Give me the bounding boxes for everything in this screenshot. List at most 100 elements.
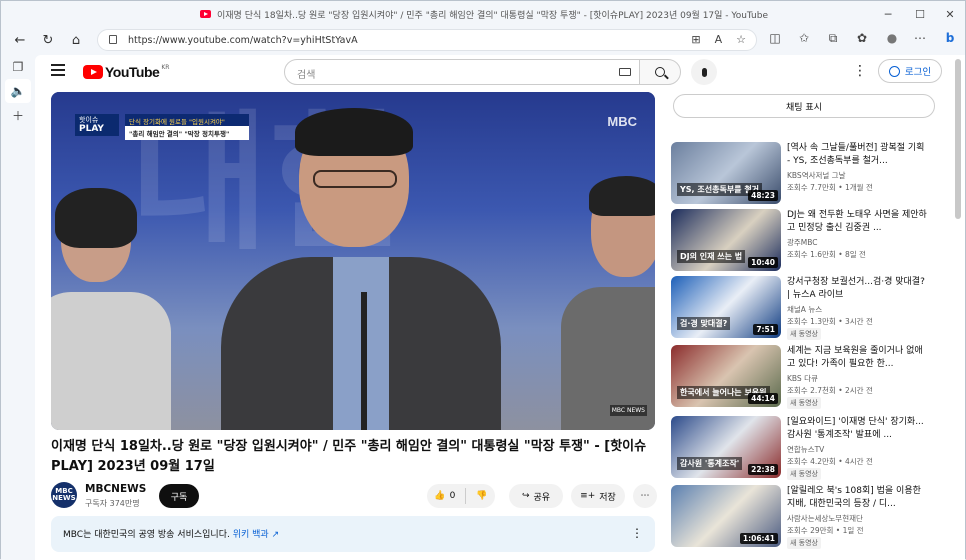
video-duration: 1:06:41 [739, 533, 778, 544]
extensions-icon[interactable]: ✿ [853, 31, 871, 45]
new-video-badge: 새 동영상 [787, 468, 821, 480]
video-player[interactable]: 대한 핫이슈 PLAY 단식 장기화에 원로들 "입원시켜야" "총리 해임안 결… [51, 92, 655, 430]
share-icon: ↪ [521, 491, 530, 501]
voice-search-button[interactable] [691, 59, 717, 85]
microphone-stand [361, 292, 367, 430]
more-options-icon[interactable]: ⋯ [911, 31, 929, 45]
channel-name[interactable]: 연합뉴스TV [787, 444, 824, 455]
recommended-video[interactable]: 검·경 맞대결? 7:51 강서구청장 보궐선거...검·경 맞대결? | 뉴스A … [671, 276, 951, 340]
video-thumbnail[interactable]: 한국에서 늘어나는 보육원 44:14 [671, 345, 781, 407]
person-left [51, 188, 171, 430]
show-chat-button[interactable]: 채팅 표시 [673, 94, 935, 118]
youtube-header: YouTube KR 검색 ⋮ 로그인 [35, 55, 965, 89]
profile-icon[interactable]: ● [883, 31, 901, 45]
video-title-link[interactable]: 강서구청장 보궐선거...검·경 맞대결? | 뉴스A 라이브 [787, 276, 927, 302]
lock-icon [109, 35, 117, 44]
video-thumbnail[interactable]: DJ의 인재 쓰는 법 10:40 [671, 209, 781, 271]
recommended-video[interactable]: 1:06:41 [알릴레오 북's 108회] 법을 이용한 지배, 대한민국의 … [671, 485, 951, 549]
keyboard-icon[interactable] [619, 68, 631, 76]
video-title-link[interactable]: DJ는 왜 전두환 노태우 사면을 제안하고 민정당 출신 김중권 ... [787, 209, 927, 235]
dislike-icon[interactable]: 👎 [476, 491, 487, 501]
active-tab-audio-icon[interactable]: 🔈 [5, 79, 31, 103]
login-button[interactable]: 로그인 [878, 59, 942, 83]
favorites-icon[interactable]: ✩ [795, 31, 813, 45]
minimize-button[interactable]: ─ [873, 1, 903, 27]
maximize-button[interactable]: ☐ [905, 1, 935, 27]
read-aloud-icon[interactable]: A [715, 33, 723, 46]
account-icon [888, 65, 900, 77]
new-tab-icon[interactable]: ＋ [1, 103, 35, 127]
recommended-video[interactable]: YS, 조선총독부를 철거 48:23 [역사 속 그날들/풀버전] 광복절 기획 … [671, 142, 951, 206]
mbc-news-corner-tag: MBC NEWS [609, 405, 647, 416]
video-meta: 조회수 4.2만회 • 4시간 전 [787, 457, 873, 466]
save-button[interactable]: ≡+ 저장 [571, 484, 625, 508]
video-title-link[interactable]: [역사 속 그날들/풀버전] 광복절 기획 - YS, 조선총독부를 철거... [787, 142, 927, 168]
recommended-video[interactable]: 한국에서 늘어나는 보육원 44:14 세계는 지금 보육원을 줄이거나 없애고 있… [671, 345, 951, 409]
recommended-video[interactable]: DJ의 인재 쓰는 법 10:40 DJ는 왜 전두환 노태우 사면을 제안하고 민… [671, 209, 951, 273]
channel-name[interactable]: KBS역사저널 그날 [787, 170, 845, 181]
window-title: 이재명 단식 18일차..당 원로 "당장 입원시켜야" / 민주 "총리 해임… [217, 10, 768, 21]
program-badge: 핫이슈 PLAY [75, 114, 119, 136]
tab-actions-icon[interactable]: ❐ [1, 55, 35, 79]
favorite-star-icon[interactable]: ☆ [736, 33, 746, 46]
wikipedia-link[interactable]: 위키 백과 ↗ [233, 530, 279, 540]
video-thumbnail[interactable]: 감사원 '통계조작' 22:38 [671, 416, 781, 478]
video-title-link[interactable]: 세계는 지금 보육원을 줄이거나 없애고 있다! 가족이 필요한 한... [787, 345, 927, 371]
youtube-logo[interactable]: YouTube KR [83, 64, 169, 80]
close-button[interactable]: ✕ [935, 1, 965, 27]
channel-row: MBC NEWS MBCNEWS 구독자 374만명 구독 👍 0 👎 ↪ 공유… [51, 482, 657, 512]
new-video-badge: 새 동영상 [787, 328, 821, 340]
page-scrollbar[interactable] [955, 59, 961, 219]
browser-window: 이재명 단식 18일차..당 원로 "당장 입원시켜야" / 민주 "총리 해임… [0, 0, 966, 560]
search-button[interactable] [639, 59, 681, 85]
vertical-tab-rail: ❐ 🔈 ＋ [1, 55, 35, 560]
channel-name[interactable]: 채널A 뉴스 [787, 304, 822, 315]
recommended-video[interactable]: 감사원 '통계조작' 22:38 [일요와이드] '이재명 단식' 장기화...감사… [671, 416, 951, 480]
video-thumbnail[interactable]: YS, 조선총독부를 철거 48:23 [671, 142, 781, 204]
search-icon [655, 67, 665, 77]
subscriber-count: 구독자 374만명 [85, 499, 140, 508]
channel-name[interactable]: MBCNEWS [85, 483, 146, 495]
channel-name[interactable]: 광주MBC [787, 237, 818, 248]
video-meta: 조회수 2.7천회 • 2시간 전 [787, 386, 873, 395]
copilot-icon[interactable]: b [941, 31, 959, 45]
video-title-link[interactable]: [알릴레오 북's 108회] 법을 이용한 지배, 대한민국의 등장 / 디.… [787, 485, 927, 511]
video-meta: 조회수 1.6만회 • 8일 전 [787, 250, 866, 259]
like-icon[interactable]: 👍 [434, 491, 445, 501]
channel-name[interactable]: 사람사는세상노무현재단 [787, 513, 863, 524]
new-video-badge: 새 동영상 [787, 537, 821, 549]
hamburger-menu-icon[interactable] [51, 64, 65, 76]
person-right [551, 176, 655, 430]
subscribe-button[interactable]: 구독 [159, 484, 199, 508]
microphone-icon [701, 67, 707, 77]
url-text: https://www.youtube.com/watch?v=yhiHtStY… [128, 34, 358, 46]
video-title-link[interactable]: [일요와이드] '이재명 단식' 장기화...감사원 '통계조작' 발표에 ..… [787, 416, 927, 442]
settings-menu-icon[interactable]: ⋮ [853, 63, 867, 79]
add-to-playlist-icon: ≡+ [580, 491, 596, 501]
video-duration: 48:23 [748, 190, 778, 201]
new-video-badge: 새 동영상 [787, 397, 821, 409]
thumbnail-caption: 검·경 맞대결? [677, 317, 731, 330]
caption-line-2: "총리 해임안 결의" "막장 정치투쟁" [125, 126, 249, 140]
info-menu-icon[interactable]: ⋮ [631, 526, 643, 540]
like-count[interactable]: 0 [450, 491, 456, 501]
share-button[interactable]: ↪ 공유 [509, 484, 563, 508]
video-thumbnail[interactable]: 1:06:41 [671, 485, 781, 547]
split-screen-icon[interactable]: ◫ [766, 31, 784, 45]
collections-icon[interactable]: ⧉ [824, 31, 842, 46]
video-title: 이재명 단식 18일차..당 원로 "당장 입원시켜야" / 민주 "총리 해임… [51, 439, 647, 474]
app-icon[interactable]: ⊞ [691, 33, 700, 46]
search-input[interactable]: 검색 [284, 59, 640, 85]
mbc-watermark: MBC [607, 114, 637, 129]
address-bar[interactable]: https://www.youtube.com/watch?v=yhiHtStY… [97, 29, 757, 51]
video-duration: 10:40 [748, 257, 778, 268]
like-dislike-group: 👍 0 👎 [427, 484, 495, 508]
title-bar: 이재명 단식 18일차..당 원로 "당장 입원시켜야" / 민주 "총리 해임… [1, 1, 966, 27]
video-thumbnail[interactable]: 검·경 맞대결? 7:51 [671, 276, 781, 338]
channel-name[interactable]: KBS 다큐 [787, 373, 818, 384]
info-text: MBC는 대한민국의 공영 방송 서비스입니다. [63, 530, 230, 540]
channel-avatar[interactable]: MBC NEWS [51, 482, 77, 508]
thumbnail-caption: DJ의 인재 쓰는 법 [677, 250, 746, 263]
more-actions-button[interactable]: ⋯ [633, 484, 657, 508]
video-duration: 22:38 [748, 464, 778, 475]
